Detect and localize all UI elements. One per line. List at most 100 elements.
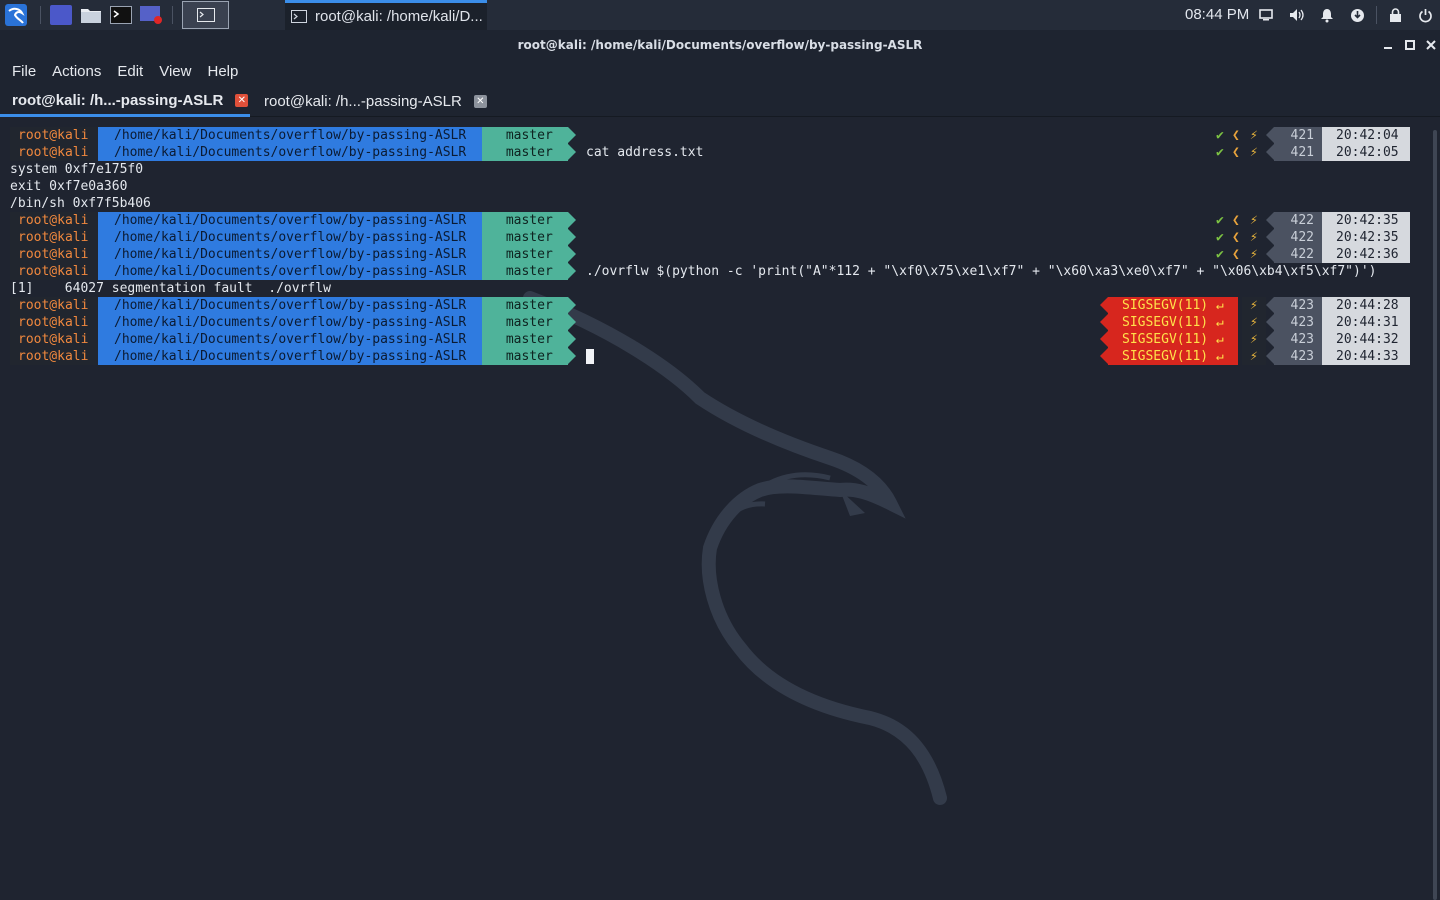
menu-edit[interactable]: Edit	[117, 60, 143, 86]
status-separator-icon	[1266, 348, 1274, 364]
prompt-user: root@kali	[10, 314, 98, 331]
command-text: cat address.txt	[586, 145, 704, 160]
root-bolt-icon: ⚡	[1250, 213, 1258, 228]
status-separator-icon	[1266, 229, 1274, 245]
root-bolt-icon: ⚡	[1242, 348, 1266, 365]
tab-terminal-1[interactable]: root@kali: /h...-passing-ASLR ✕	[0, 86, 250, 117]
status-separator-icon	[1100, 297, 1108, 313]
lock-icon[interactable]	[1385, 5, 1405, 25]
root-bolt-icon: ⚡	[1242, 331, 1266, 348]
prompt-line: root@kali/home/kali/Documents/overflow/b…	[0, 263, 1430, 280]
prompt-path: /home/kali/Documents/overflow/by-passing…	[98, 331, 482, 348]
status-separator-icon	[1266, 127, 1274, 143]
close-window-button[interactable]	[1423, 37, 1439, 53]
workspace-icon[interactable]	[48, 0, 74, 30]
prompt-separator-icon	[568, 229, 576, 245]
prompt-user: root@kali	[10, 127, 98, 144]
root-bolt-icon: ⚡	[1250, 145, 1258, 160]
window-title: root@kali: /home/kali/Documents/overflow…	[517, 38, 923, 52]
prompt-line: root@kali/home/kali/Documents/overflow/b…	[0, 212, 1430, 229]
prompt-separator-icon	[568, 246, 576, 262]
prompt-line: root@kali/home/kali/Documents/overflow/b…	[0, 127, 1430, 144]
prompt-user: root@kali	[10, 331, 98, 348]
prompt-separator-icon	[568, 331, 576, 347]
maximize-button[interactable]	[1402, 37, 1418, 53]
menu-file[interactable]: File	[12, 60, 36, 86]
tab-terminal-2[interactable]: root@kali: /h...-passing-ASLR ✕	[252, 86, 502, 117]
prompt-user: root@kali	[10, 212, 98, 229]
status-angle-icon: ❮	[1232, 247, 1240, 262]
prompt-git-branch: master	[482, 127, 568, 144]
root-bolt-icon: ⚡	[1250, 230, 1258, 245]
status-angle-icon: ❮	[1232, 213, 1240, 228]
status-angle-icon: ❮	[1232, 230, 1240, 245]
command-time: 20:44:28	[1322, 297, 1410, 314]
clock[interactable]: 08:44 PM	[1185, 6, 1249, 23]
tab-close-icon[interactable]: ✕	[235, 93, 249, 107]
history-count: 423	[1274, 331, 1322, 348]
prompt-line: root@kali/home/kali/Documents/overflow/b…	[0, 246, 1430, 263]
kali-menu-icon[interactable]	[2, 0, 30, 30]
history-count: 423	[1274, 348, 1322, 365]
notification-bell-icon[interactable]	[1317, 5, 1337, 25]
file-manager-icon[interactable]	[78, 0, 104, 30]
terminal-task-icon[interactable]	[182, 1, 229, 29]
prompt-git-branch: master	[482, 348, 568, 365]
success-check-icon: ✔	[1216, 128, 1224, 143]
prompt-path: /home/kali/Documents/overflow/by-passing…	[98, 263, 482, 280]
prompt-path: /home/kali/Documents/overflow/by-passing…	[98, 212, 482, 229]
prompt-line: root@kali/home/kali/Documents/overflow/b…	[0, 297, 1430, 314]
minimize-button[interactable]	[1380, 37, 1396, 53]
success-check-icon: ✔	[1216, 247, 1224, 262]
terminal-output[interactable]: root@kali/home/kali/Documents/overflow/b…	[0, 118, 1430, 900]
window-task-button[interactable]: root@kali: /home/kali/D...	[285, 0, 487, 30]
signal-status: SIGSEGV(11) ↵	[1108, 297, 1238, 314]
prompt-user: root@kali	[10, 297, 98, 314]
tab-label: root@kali: /h...-passing-ASLR	[12, 91, 224, 109]
menu-help[interactable]: Help	[207, 60, 238, 86]
screen-recorder-icon[interactable]	[138, 0, 164, 30]
menu-view[interactable]: View	[159, 60, 191, 86]
prompt-path: /home/kali/Documents/overflow/by-passing…	[98, 127, 482, 144]
menu-actions[interactable]: Actions	[52, 60, 101, 86]
root-bolt-icon: ⚡	[1242, 314, 1266, 331]
output-line: /bin/sh 0xf7f5b406	[0, 195, 1430, 212]
prompt-user: root@kali	[10, 144, 98, 161]
display-icon[interactable]	[1256, 5, 1276, 25]
menu-bar: File Actions Edit View Help	[0, 60, 1440, 86]
status-separator-icon	[1266, 144, 1274, 160]
terminal-scrollbar[interactable]	[1430, 118, 1440, 900]
prompt-path: /home/kali/Documents/overflow/by-passing…	[98, 314, 482, 331]
prompt-git-branch: master	[482, 331, 568, 348]
output-text: system 0xf7e175f0	[10, 162, 144, 177]
status-separator-icon	[1100, 348, 1108, 364]
prompt-user: root@kali	[10, 348, 98, 365]
terminal-icon[interactable]	[108, 0, 134, 30]
output-text: /bin/sh 0xf7f5b406	[10, 196, 151, 211]
prompt-git-branch: master	[482, 314, 568, 331]
prompt-user: root@kali	[10, 263, 98, 280]
status-separator-icon	[1100, 331, 1108, 347]
status-separator-icon	[1266, 314, 1274, 330]
command-time: 20:44:31	[1322, 314, 1410, 331]
power-icon[interactable]	[1415, 5, 1435, 25]
prompt-git-branch: master	[482, 263, 568, 280]
prompt-path: /home/kali/Documents/overflow/by-passing…	[98, 297, 482, 314]
prompt-line: root@kali/home/kali/Documents/overflow/b…	[0, 314, 1430, 331]
command-text: ./ovrflw $(python -c 'print("A"*112 + "\…	[586, 264, 1377, 279]
command-time: 20:42:05	[1322, 144, 1410, 161]
command-time: 20:44:32	[1322, 331, 1410, 348]
status-angle-icon: ❮	[1232, 128, 1240, 143]
text-cursor	[586, 349, 594, 364]
scrollbar-thumb[interactable]	[1433, 130, 1437, 900]
status-separator-icon	[1266, 297, 1274, 313]
status-separator-icon	[1266, 212, 1274, 228]
update-icon[interactable]	[1347, 5, 1367, 25]
prompt-separator-icon	[568, 297, 576, 313]
output-line: system 0xf7e175f0	[0, 161, 1430, 178]
volume-icon[interactable]	[1287, 5, 1307, 25]
window-titlebar[interactable]: root@kali: /home/kali/Documents/overflow…	[0, 30, 1440, 60]
prompt-git-branch: master	[482, 246, 568, 263]
prompt-separator-icon	[568, 263, 576, 279]
tab-close-icon[interactable]: ✕	[473, 95, 487, 108]
